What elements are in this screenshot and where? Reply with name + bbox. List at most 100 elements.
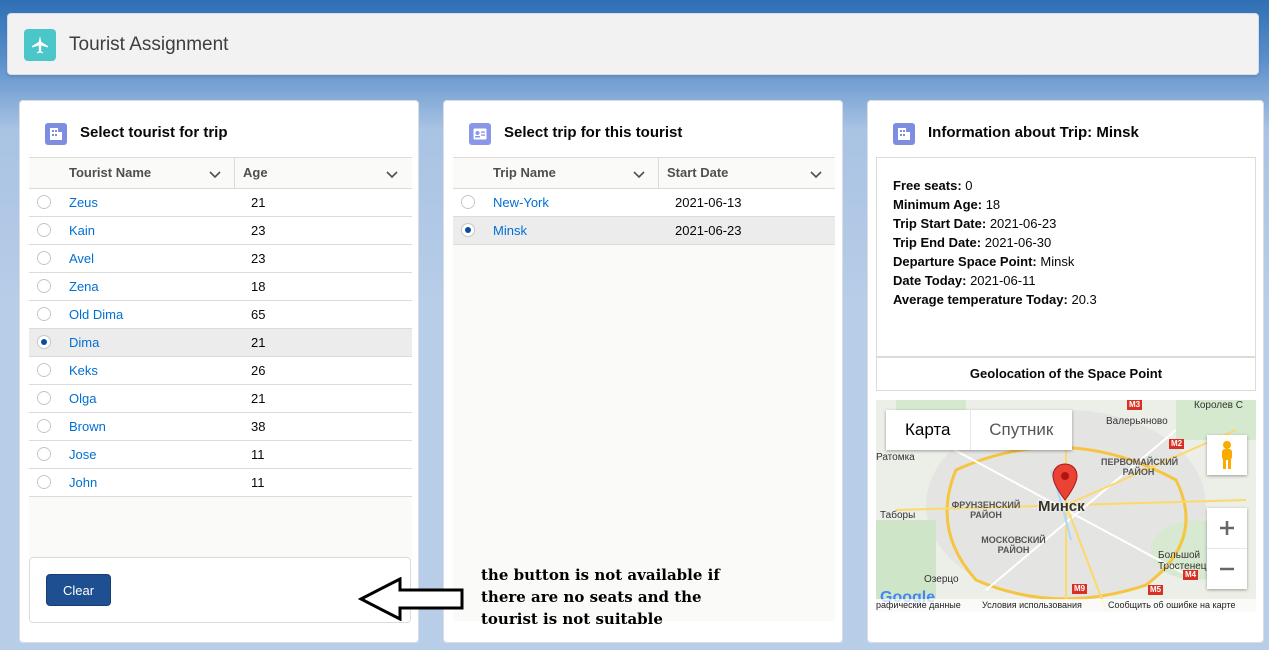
- info-value: 2021-06-23: [989, 216, 1057, 231]
- tourist-age: 26: [251, 363, 266, 378]
- table-row[interactable]: New-York 2021-06-13: [453, 189, 835, 217]
- row-select-cell: [29, 385, 61, 412]
- row-select-cell: [29, 357, 61, 384]
- row-radio[interactable]: [37, 419, 51, 433]
- info-label: Free seats:: [893, 178, 962, 193]
- chevron-down-icon[interactable]: [208, 167, 222, 181]
- info-value: 0: [965, 178, 973, 193]
- info-field: Average temperature Today: 20.3: [893, 290, 1239, 309]
- tourist-name-link[interactable]: Kain: [61, 223, 243, 238]
- tourist-name-link[interactable]: Avel: [61, 251, 243, 266]
- plus-icon: [1220, 521, 1234, 535]
- tourist-name-link[interactable]: Olga: [61, 391, 243, 406]
- table-row[interactable]: Kain 23: [29, 217, 412, 245]
- table-row[interactable]: John 11: [29, 469, 412, 497]
- info-field: Free seats: 0: [893, 176, 1239, 195]
- clear-button[interactable]: Clear: [46, 574, 111, 606]
- table-empty-area: [29, 497, 412, 557]
- chevron-down-icon[interactable]: [385, 167, 399, 181]
- map-label: Ратомка: [876, 452, 915, 463]
- road-shield: M4: [1183, 570, 1199, 580]
- chevron-down-icon[interactable]: [809, 167, 823, 181]
- row-radio[interactable]: [37, 307, 51, 321]
- map-pin-icon[interactable]: [1052, 463, 1078, 501]
- table-row[interactable]: Keks 26: [29, 357, 412, 385]
- tourist-age: 23: [251, 251, 266, 266]
- tourist-name-link[interactable]: Dima: [61, 335, 243, 350]
- app-title: Tourist Assignment: [69, 34, 229, 55]
- row-select-cell: [453, 217, 485, 244]
- chevron-down-icon[interactable]: [632, 167, 646, 181]
- trip-name-link[interactable]: Minsk: [485, 223, 667, 238]
- row-radio[interactable]: [461, 195, 475, 209]
- table-header: Trip Name Start Date: [453, 157, 835, 189]
- zoom-in-button[interactable]: [1207, 508, 1247, 549]
- tourist-name-link[interactable]: Old Dima: [61, 307, 243, 322]
- column-header-start-date[interactable]: Start Date: [659, 158, 835, 188]
- row-radio[interactable]: [37, 279, 51, 293]
- district-label: МОСКОВСКИЙ РАЙОН: [981, 535, 1046, 555]
- info-field: Date Today: 2021-06-11: [893, 271, 1239, 290]
- info-label: Date Today:: [893, 273, 967, 288]
- tourist-name-link[interactable]: Keks: [61, 363, 243, 378]
- row-radio[interactable]: [37, 251, 51, 265]
- table-row[interactable]: Old Dima 65: [29, 301, 412, 329]
- row-radio[interactable]: [461, 223, 475, 237]
- terms-link[interactable]: Условия использования: [982, 599, 1082, 612]
- tourist-name-link[interactable]: John: [61, 475, 243, 490]
- table-row[interactable]: Jose 11: [29, 441, 412, 469]
- city-label: Минск: [1038, 498, 1085, 515]
- satellite-tab[interactable]: Спутник: [969, 410, 1072, 450]
- info-value: 2021-06-30: [984, 235, 1052, 250]
- tourist-card: Select tourist for trip Tourist Name Age…: [19, 100, 419, 643]
- tourist-name-link[interactable]: Brown: [61, 419, 243, 434]
- row-radio[interactable]: [37, 363, 51, 377]
- table-row[interactable]: Dima 21: [29, 329, 412, 357]
- table-row[interactable]: Zena 18: [29, 273, 412, 301]
- table-row[interactable]: Avel 23: [29, 245, 412, 273]
- column-header-trip-name[interactable]: Trip Name: [485, 158, 659, 188]
- table-row[interactable]: Zeus 21: [29, 189, 412, 217]
- map-type-toggle: Карта Спутник: [886, 410, 1072, 450]
- tourist-table: Tourist Name Age Zeus 21 Kain 23 Avel 23 Zena 1…: [29, 157, 412, 557]
- table-row[interactable]: Olga 21: [29, 385, 412, 413]
- map-tab[interactable]: Карта: [886, 410, 970, 450]
- building-icon: [45, 123, 67, 145]
- info-label: Minimum Age:: [893, 197, 983, 212]
- tourist-age: 38: [251, 419, 266, 434]
- zoom-out-button[interactable]: [1207, 549, 1247, 589]
- tourist-age: 11: [251, 447, 265, 462]
- row-select-cell: [29, 189, 61, 216]
- column-header-tourist-name[interactable]: Tourist Name: [61, 158, 235, 188]
- minus-icon: [1220, 567, 1234, 571]
- row-radio[interactable]: [37, 447, 51, 461]
- row-radio[interactable]: [37, 335, 51, 349]
- row-radio[interactable]: [37, 391, 51, 405]
- google-map[interactable]: Валерьяново Ратомка Таборы Озерцо Большо…: [876, 400, 1256, 612]
- clear-footer: Clear: [29, 557, 411, 623]
- info-value: 20.3: [1071, 292, 1097, 307]
- row-radio[interactable]: [37, 475, 51, 489]
- tourist-name-link[interactable]: Jose: [61, 447, 243, 462]
- pegman-icon[interactable]: [1207, 435, 1247, 475]
- table-row[interactable]: Brown 38: [29, 413, 412, 441]
- tourist-age: 18: [251, 279, 266, 294]
- column-header-age[interactable]: Age: [235, 158, 411, 188]
- arrow-left-icon: [358, 577, 464, 621]
- table-row[interactable]: Minsk 2021-06-23: [453, 217, 835, 245]
- tourist-age: 11: [251, 475, 265, 490]
- tourist-age: 21: [251, 391, 266, 406]
- row-radio[interactable]: [37, 195, 51, 209]
- tourist-name-link[interactable]: Zena: [61, 279, 243, 294]
- row-radio[interactable]: [37, 223, 51, 237]
- geolocation-button[interactable]: Geolocation of the Space Point: [876, 357, 1256, 391]
- report-error-link[interactable]: Сообщить об ошибке на карте: [1108, 599, 1235, 612]
- district-label: ФРУНЗЕНСКИЙ РАЙОН: [951, 500, 1021, 520]
- trip-name-link[interactable]: New-York: [485, 195, 667, 210]
- map-data-link[interactable]: рафические данные: [876, 599, 961, 612]
- tourist-age: 23: [251, 223, 266, 238]
- district-label: ПЕРВОМАЙСКИЙ РАЙОН: [1101, 457, 1179, 477]
- map-label: Озерцо: [924, 574, 959, 585]
- tourist-name-link[interactable]: Zeus: [61, 195, 243, 210]
- row-select-cell: [29, 273, 61, 300]
